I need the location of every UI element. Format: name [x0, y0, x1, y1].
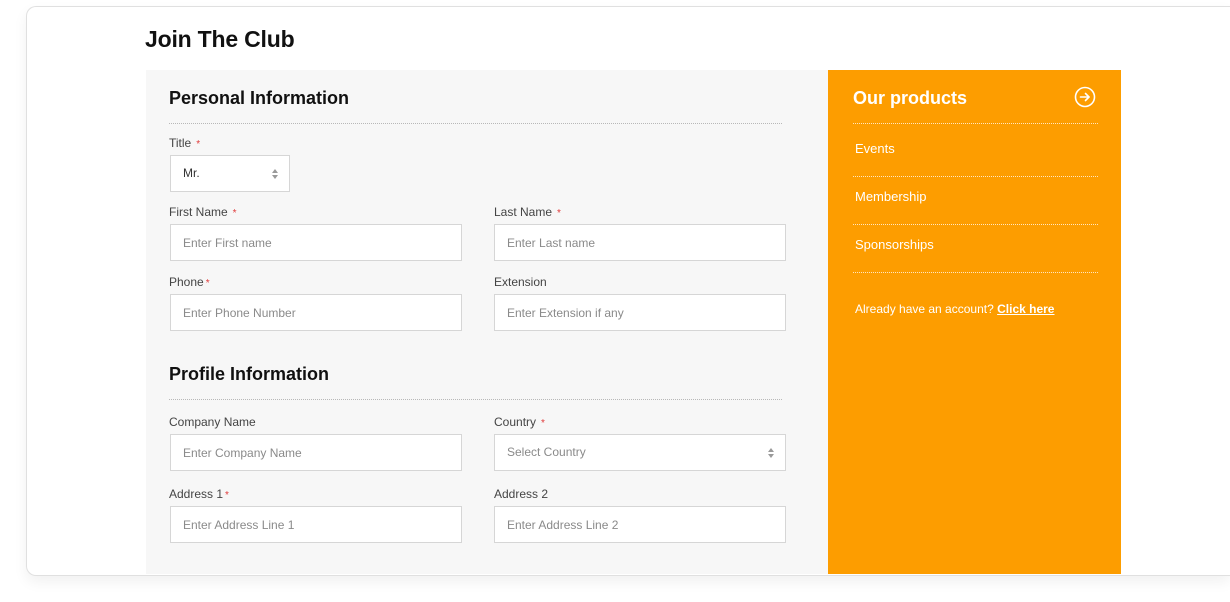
extension-input[interactable]: [494, 294, 786, 331]
company-name-label-text: Company Name: [169, 415, 256, 429]
last-name-label-text: Last Name: [494, 205, 553, 219]
sidebar-divider: [853, 123, 1098, 124]
last-name-label: Last Name *: [494, 205, 561, 219]
country-select[interactable]: Select Country: [494, 434, 786, 471]
extension-label: Extension: [494, 275, 547, 289]
required-marker: *: [225, 490, 229, 501]
profile-info-heading: Profile Information: [169, 364, 330, 384]
required-marker: *: [541, 418, 545, 429]
first-name-label-text: First Name: [169, 205, 228, 219]
sidebar-item-events[interactable]: Events: [855, 141, 895, 156]
address1-input[interactable]: [170, 506, 462, 543]
sidebar-title: Our products: [853, 88, 968, 108]
extension-label-text: Extension: [494, 275, 547, 289]
account-prompt-text: Already have an account?: [855, 302, 994, 316]
required-marker: *: [205, 278, 210, 289]
sidebar-divider: [853, 224, 1098, 225]
arrow-right-circle-icon[interactable]: [1074, 86, 1096, 108]
sidebar-divider: [853, 176, 1098, 177]
sidebar-divider: [853, 272, 1098, 273]
personal-info-heading: Personal Information: [169, 88, 350, 108]
account-prompt: Already have an account? Click here: [855, 302, 1054, 316]
required-marker: *: [232, 208, 237, 219]
country-select-value: Select Country: [507, 445, 586, 459]
section-divider: [169, 123, 782, 124]
required-marker: *: [196, 139, 201, 150]
address1-label: Address 1 *: [169, 487, 229, 501]
select-updown-icon: [768, 448, 774, 458]
company-name-input[interactable]: [170, 434, 462, 471]
section-divider: [169, 399, 782, 400]
registration-form: Personal Information Title * Mr. First Na…: [146, 70, 828, 574]
sidebar-item-membership[interactable]: Membership: [855, 189, 927, 204]
company-name-label: Company Name: [169, 415, 256, 429]
products-sidebar: Our products Events Membership Sponsorsh…: [828, 70, 1121, 574]
phone-label: Phone *: [169, 275, 210, 289]
required-marker: *: [557, 208, 561, 219]
country-label: Country *: [494, 415, 545, 429]
last-name-input[interactable]: [494, 224, 786, 261]
address2-label: Address 2: [494, 487, 548, 501]
page-title: Join The Club: [145, 26, 295, 52]
phone-input[interactable]: [170, 294, 462, 331]
title-label-text: Title: [169, 136, 192, 150]
address2-label-text: Address 2: [494, 487, 549, 501]
title-select-value: Mr.: [183, 166, 200, 180]
select-updown-icon: [272, 169, 278, 179]
title-label: Title *: [169, 136, 200, 150]
first-name-input[interactable]: [170, 224, 462, 261]
address1-label-text: Address 1: [169, 487, 224, 501]
sidebar-item-sponsorships[interactable]: Sponsorships: [855, 237, 934, 252]
phone-label-text: Phone: [169, 275, 204, 289]
first-name-label: First Name *: [169, 205, 237, 219]
login-link[interactable]: Click here: [997, 302, 1054, 316]
title-select[interactable]: Mr.: [170, 155, 290, 192]
country-label-text: Country: [494, 415, 537, 429]
address2-input[interactable]: [494, 506, 786, 543]
